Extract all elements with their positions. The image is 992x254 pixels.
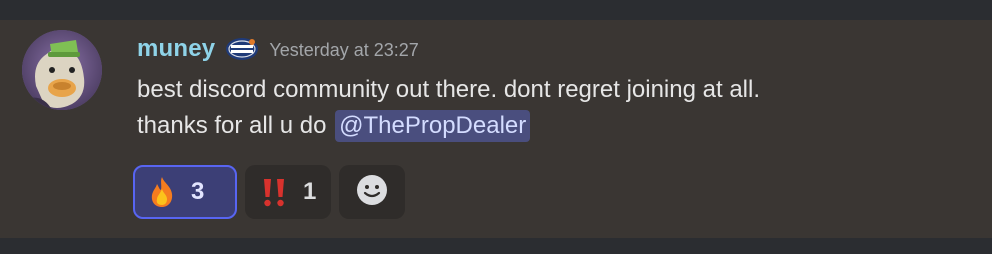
timestamp[interactable]: Yesterday at 23:27 (269, 38, 418, 61)
message-header: muney Yesterday at 23:27 (137, 34, 419, 64)
fire-emoji-icon (147, 176, 177, 208)
add-reaction-button[interactable] (339, 165, 405, 219)
march-madness-badge-icon[interactable] (225, 36, 259, 62)
add-reaction-smiley-icon (355, 173, 389, 212)
message-line-1: best discord community out there. dont r… (137, 76, 760, 103)
double-exclamation-emoji-icon (259, 176, 289, 208)
user-mention[interactable]: @ThePropDealer (335, 110, 531, 142)
reaction-fire[interactable]: 3 (133, 165, 237, 219)
bottom-divider (0, 238, 992, 254)
message-content: best discord community out there. dont r… (137, 72, 977, 144)
username[interactable]: muney (137, 35, 215, 63)
reactions-bar: 3 1 (133, 165, 405, 219)
message-line-2: thanks for all u do @ThePropDealer (137, 108, 977, 144)
top-divider (0, 0, 992, 20)
reaction-double-exclamation[interactable]: 1 (245, 165, 331, 219)
chat-message[interactable]: muney Yesterday at 23:27 best discord co… (0, 20, 992, 238)
reaction-double-exclamation-count: 1 (303, 178, 317, 205)
message-line-2-text: thanks for all u do (137, 112, 327, 139)
reaction-fire-count: 3 (191, 178, 205, 205)
avatar[interactable] (22, 30, 102, 110)
